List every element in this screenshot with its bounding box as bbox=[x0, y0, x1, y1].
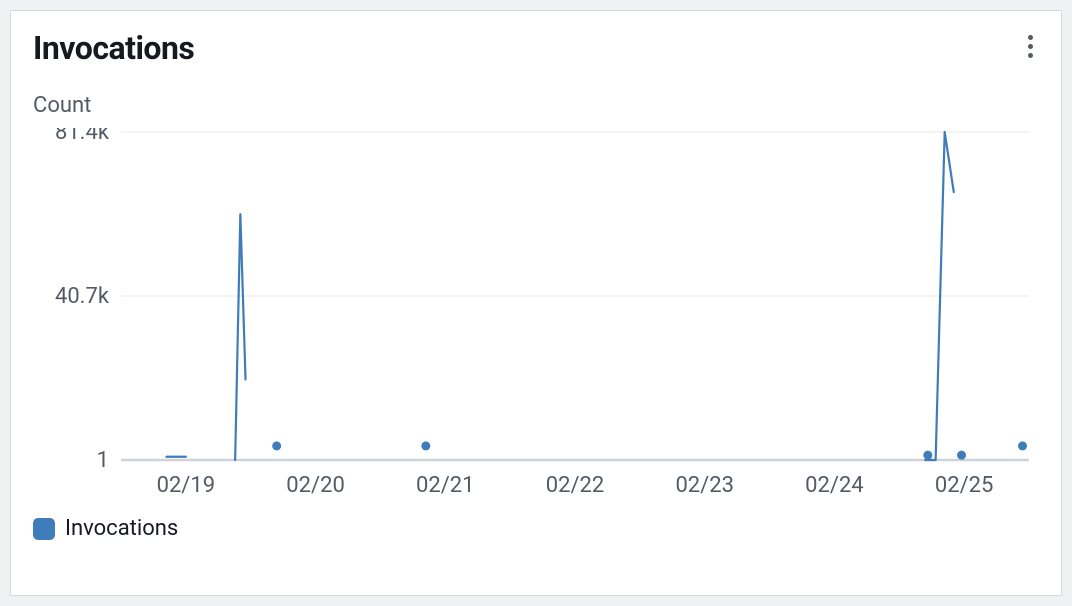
svg-text:81.4k: 81.4k bbox=[55, 128, 110, 145]
card-title: Invocations bbox=[33, 29, 194, 67]
svg-text:40.7k: 40.7k bbox=[55, 284, 110, 309]
legend-label: Invocations bbox=[65, 516, 178, 541]
card-header: Invocations bbox=[33, 29, 1039, 67]
card-menu-button[interactable] bbox=[1022, 29, 1039, 64]
kebab-dot bbox=[1028, 53, 1033, 58]
svg-text:02/19: 02/19 bbox=[157, 473, 216, 498]
chart-svg: 1 40.7k 81.4k 02/19 02/20 02/21 02/22 02/23 02/2… bbox=[33, 128, 1041, 508]
svg-text:1: 1 bbox=[97, 448, 109, 473]
y-axis-label: Count bbox=[33, 93, 1039, 118]
metric-card: Invocations Count 1 40.7k 81.4k 02/19 02/20 0… bbox=[10, 10, 1062, 596]
svg-text:02/20: 02/20 bbox=[286, 473, 345, 498]
kebab-dot bbox=[1028, 35, 1033, 40]
svg-text:02/22: 02/22 bbox=[546, 473, 605, 498]
svg-text:02/24: 02/24 bbox=[805, 473, 864, 498]
legend: Invocations bbox=[33, 516, 1039, 541]
svg-text:02/23: 02/23 bbox=[675, 473, 734, 498]
svg-text:02/25: 02/25 bbox=[935, 473, 994, 498]
svg-text:02/21: 02/21 bbox=[416, 473, 475, 498]
legend-swatch bbox=[33, 518, 55, 540]
kebab-dot bbox=[1028, 44, 1033, 49]
chart-plot-area: 1 40.7k 81.4k 02/19 02/20 02/21 02/22 02/23 02/2… bbox=[33, 128, 1039, 508]
